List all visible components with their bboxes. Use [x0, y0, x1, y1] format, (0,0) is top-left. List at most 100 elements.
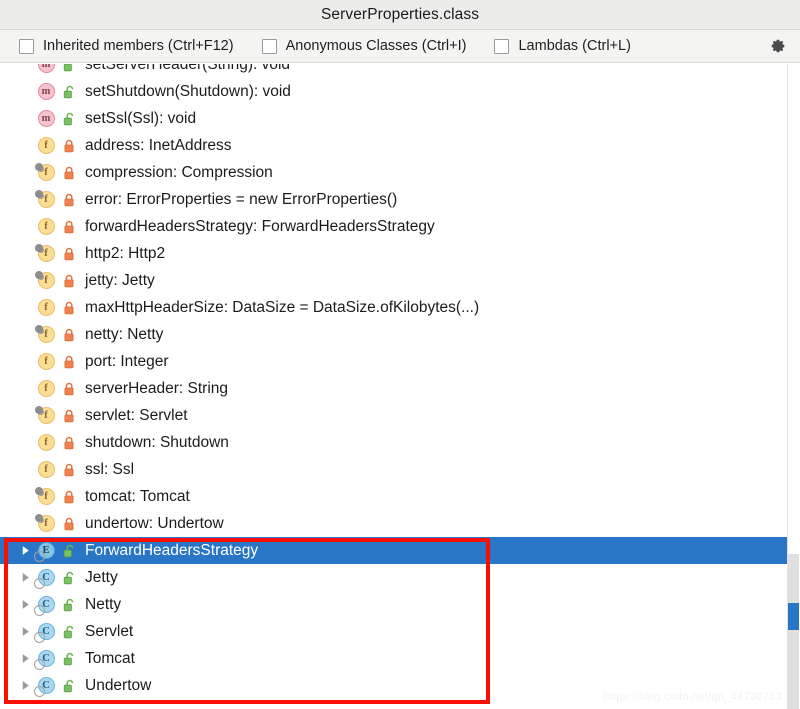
member-kind-badge: m [38, 64, 55, 73]
class-icon: C [37, 650, 55, 668]
structure-row[interactable]: fmaxHttpHeaderSize: DataSize = DataSize.… [0, 294, 800, 321]
gear-icon[interactable] [768, 36, 788, 56]
checkbox-inherited-members[interactable]: Inherited members (Ctrl+F12) [19, 38, 234, 54]
structure-row-label: http2: Http2 [85, 246, 165, 262]
class-icon: C [37, 677, 55, 695]
field-icon: f [37, 380, 55, 398]
structure-row[interactable]: fcompression: Compression [0, 159, 800, 186]
structure-row[interactable]: msetServerHeader(String): void [0, 64, 800, 78]
structure-row-label: servlet: Servlet [85, 408, 188, 424]
unlocked-padlock-icon [62, 570, 76, 585]
structure-row-label: serverHeader: String [85, 381, 228, 397]
field-icon: f [37, 434, 55, 452]
checkbox-anonymous-classes-box[interactable] [262, 39, 277, 54]
structure-row[interactable]: CServlet [0, 618, 800, 645]
structure-row-label: tomcat: Tomcat [85, 489, 190, 505]
method-icon: m [37, 64, 55, 74]
structure-row-label: error: ErrorProperties = new ErrorProper… [85, 192, 397, 208]
structure-row[interactable]: ftomcat: Tomcat [0, 483, 800, 510]
field-icon: f [37, 272, 55, 290]
structure-row[interactable]: fssl: Ssl [0, 456, 800, 483]
expand-triangle-icon[interactable] [18, 624, 33, 639]
field-icon: f [37, 137, 55, 155]
locked-padlock-icon [62, 138, 76, 153]
member-kind-badge: f [38, 353, 55, 370]
structure-row-label: Netty [85, 597, 121, 613]
expand-triangle-icon[interactable] [18, 597, 33, 612]
unlocked-padlock-icon [62, 543, 76, 558]
structure-row[interactable]: EForwardHeadersStrategy [0, 537, 800, 564]
unlocked-padlock-icon [62, 111, 76, 126]
structure-row[interactable]: fhttp2: Http2 [0, 240, 800, 267]
vertical-scrollbar-track[interactable] [787, 64, 800, 709]
structure-row-label: compression: Compression [85, 165, 273, 181]
checkbox-inherited-members-box[interactable] [19, 39, 34, 54]
structure-row[interactable]: CJetty [0, 564, 800, 591]
structure-row-label: port: Integer [85, 354, 169, 370]
locked-padlock-icon [62, 165, 76, 180]
locked-padlock-icon [62, 462, 76, 477]
structure-row-label: Servlet [85, 624, 133, 640]
structure-row[interactable]: fjetty: Jetty [0, 267, 800, 294]
structure-list-area[interactable]: msetServerHeader(String): voidmsetShutdo… [0, 64, 800, 709]
field-icon: f [37, 191, 55, 209]
member-kind-badge: m [38, 83, 55, 100]
structure-row[interactable]: f error: ErrorProperties = new ErrorPrope… [0, 186, 800, 213]
structure-row[interactable]: msetSsl(Ssl): void [0, 105, 800, 132]
member-kind-badge: f [38, 434, 55, 451]
scrollbar-selection-marker [788, 603, 799, 630]
locked-padlock-icon [62, 381, 76, 396]
checkbox-lambdas-box[interactable] [494, 39, 509, 54]
nested-type-marker-icon [34, 659, 45, 670]
final-marker-icon [35, 325, 43, 333]
checkbox-lambdas[interactable]: Lambdas (Ctrl+L) [494, 38, 630, 54]
class-icon: C [37, 596, 55, 614]
structure-row[interactable]: C Tomcat [0, 645, 800, 672]
expand-triangle-icon[interactable] [18, 543, 33, 558]
checkbox-anonymous-classes[interactable]: Anonymous Classes (Ctrl+I) [262, 38, 467, 54]
field-icon: f [37, 515, 55, 533]
unlocked-padlock-icon [62, 678, 76, 693]
structure-row[interactable]: msetShutdown(Shutdown): void [0, 78, 800, 105]
structure-row-label: forwardHeadersStrategy: ForwardHeadersSt… [85, 219, 435, 235]
unlocked-padlock-icon [62, 64, 76, 72]
locked-padlock-icon [62, 516, 76, 531]
structure-row[interactable]: f servlet: Servlet [0, 402, 800, 429]
field-icon: f [37, 299, 55, 317]
method-icon: m [37, 110, 55, 128]
structure-row[interactable]: f address: InetAddress [0, 132, 800, 159]
structure-row[interactable]: fshutdown: Shutdown [0, 429, 800, 456]
locked-padlock-icon [62, 219, 76, 234]
structure-row[interactable]: f forwardHeadersStrategy: ForwardHeadersS… [0, 213, 800, 240]
unlocked-padlock-icon [62, 84, 76, 99]
unlocked-padlock-icon [62, 651, 76, 666]
structure-row-label: address: InetAddress [85, 138, 231, 154]
field-icon: f [37, 218, 55, 236]
nested-type-marker-icon [34, 578, 45, 589]
final-marker-icon [35, 244, 43, 252]
nested-type-marker-icon [34, 605, 45, 616]
structure-row-label: netty: Netty [85, 327, 163, 343]
structure-row[interactable]: C Netty [0, 591, 800, 618]
locked-padlock-icon [62, 408, 76, 423]
structure-row[interactable]: fnetty: Netty [0, 321, 800, 348]
structure-row-label: undertow: Undertow [85, 516, 224, 532]
structure-row-label: ssl: Ssl [85, 462, 134, 478]
final-marker-icon [35, 406, 43, 414]
expand-triangle-icon[interactable] [18, 651, 33, 666]
member-kind-badge: f [38, 218, 55, 235]
checkbox-lambdas-label: Lambdas (Ctrl+L) [518, 38, 630, 54]
vertical-scrollbar-thumb[interactable] [788, 554, 799, 709]
structure-row[interactable]: f port: Integer [0, 348, 800, 375]
window-title: ServerProperties.class [321, 6, 479, 24]
structure-row[interactable]: f serverHeader: String [0, 375, 800, 402]
expand-triangle-icon[interactable] [18, 570, 33, 585]
expand-triangle-icon[interactable] [18, 678, 33, 693]
structure-row-label: Tomcat [85, 651, 135, 667]
structure-row[interactable]: f undertow: Undertow [0, 510, 800, 537]
structure-row-label: Jetty [85, 570, 118, 586]
final-marker-icon [35, 514, 43, 522]
field-icon: f [37, 407, 55, 425]
unlocked-padlock-icon [62, 597, 76, 612]
method-icon: m [37, 83, 55, 101]
